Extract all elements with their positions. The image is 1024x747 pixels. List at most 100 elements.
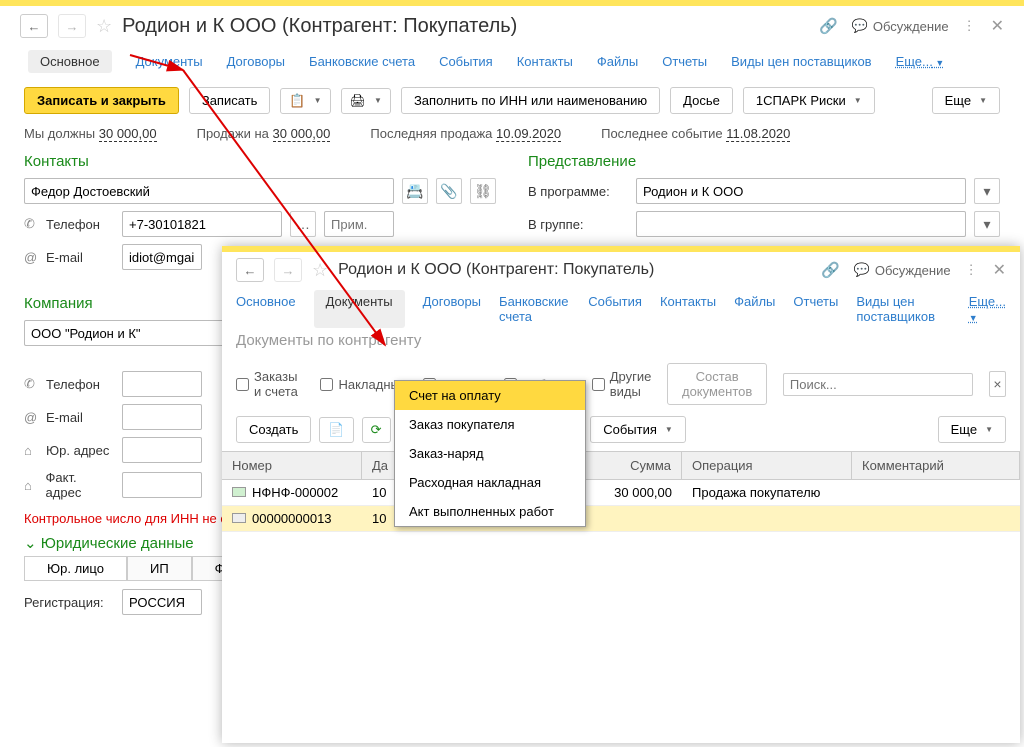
spark-button[interactable]: 1СПАРК Риски: [743, 87, 875, 114]
representation-title: Представление: [528, 153, 1000, 170]
copy-button[interactable]: 📋: [280, 88, 330, 114]
tab-bank[interactable]: Банковские счета: [309, 50, 415, 73]
group-dd[interactable]: ▾: [974, 211, 1000, 237]
discuss-button[interactable]: 💬Обсуждение: [852, 18, 949, 34]
tab-reports[interactable]: Отчеты: [793, 290, 838, 328]
company-email-input[interactable]: [122, 404, 202, 430]
tab-documents[interactable]: Документы: [314, 290, 405, 328]
tab-main[interactable]: Основное: [236, 290, 296, 328]
link-icon[interactable]: 🔗: [819, 17, 838, 35]
tab-more[interactable]: Еще...: [896, 50, 945, 73]
filter-other[interactable]: Другие виды: [592, 369, 652, 399]
tab-contracts[interactable]: Договоры: [423, 290, 481, 328]
more-menu-icon[interactable]: ⋮: [965, 262, 979, 278]
program-dd[interactable]: ▾: [974, 178, 1000, 204]
back-button[interactable]: ←: [20, 14, 48, 38]
email-label: @E-mail: [24, 250, 114, 265]
attach-btn[interactable]: 📎: [436, 178, 462, 204]
email-icon: @: [24, 410, 40, 425]
tab-bank[interactable]: Банковские счета: [499, 290, 570, 328]
toolbar: Записать и закрыть Записать 📋 🖨 Заполнит…: [0, 81, 1024, 120]
sales-link[interactable]: 30 000,00: [273, 126, 331, 142]
email-input[interactable]: [122, 244, 202, 270]
save-close-button[interactable]: Записать и закрыть: [24, 87, 179, 114]
dropdown-item-invoice[interactable]: Счет на оплату: [395, 381, 585, 410]
forward-button[interactable]: →: [274, 258, 302, 282]
discuss-button[interactable]: 💬Обсуждение: [854, 262, 951, 278]
main-tabs: Основное Документы Договоры Банковские с…: [0, 46, 1024, 81]
home-icon: ⌂: [24, 478, 40, 493]
th-number[interactable]: Номер: [222, 452, 362, 479]
in-program-input[interactable]: [636, 178, 966, 204]
summary-last-event: Последнее событие 11.08.2020: [601, 126, 790, 141]
tab-more[interactable]: Еще...: [969, 290, 1006, 328]
last-sale-link[interactable]: 10.09.2020: [496, 126, 561, 142]
tab-files[interactable]: Файлы: [597, 50, 638, 73]
in-group-input[interactable]: [636, 211, 966, 237]
link-icon[interactable]: 🔗: [821, 261, 840, 279]
more-button[interactable]: Еще: [932, 87, 1000, 114]
close-icon[interactable]: ✕: [991, 16, 1004, 36]
favorite-icon[interactable]: ☆: [96, 16, 112, 37]
search-input[interactable]: [783, 373, 973, 396]
legal-tab-jur[interactable]: Юр. лицо: [24, 557, 127, 581]
legal-addr-input[interactable]: [122, 437, 202, 463]
summary: Мы должны 30 000,00 Продажи на 30 000,00…: [0, 120, 1024, 153]
reg-input[interactable]: [122, 589, 202, 615]
fact-addr-input[interactable]: [122, 472, 202, 498]
close-icon[interactable]: ✕: [993, 260, 1006, 280]
more-menu-icon[interactable]: ⋮: [963, 18, 977, 34]
events-button[interactable]: События: [590, 416, 686, 443]
copy-doc-button[interactable]: 📄: [319, 417, 353, 443]
dropdown-item-order[interactable]: Заказ покупателя: [395, 410, 585, 439]
tab-prices[interactable]: Виды цен поставщиков: [731, 50, 871, 73]
fill-inn-button[interactable]: Заполнить по ИНН или наименованию: [401, 87, 660, 114]
tab-events[interactable]: События: [588, 290, 642, 328]
sell-dropdown: Счет на оплату Заказ покупателя Заказ-на…: [394, 380, 586, 527]
filter-orders[interactable]: Заказы и счета: [236, 369, 304, 399]
contact-name-input[interactable]: [24, 178, 394, 204]
clear-search[interactable]: ×: [989, 371, 1006, 397]
summary-owe: Мы должны 30 000,00: [24, 126, 157, 141]
summary-last-sale: Последняя продажа 10.09.2020: [370, 126, 561, 141]
table-row[interactable]: НФНФ-000002 10 30 000,00 Продажа покупат…: [222, 480, 1020, 506]
overlay-window: ← → ☆ Родион и К ООО (Контрагент: Покупа…: [222, 246, 1020, 743]
tab-events[interactable]: События: [439, 50, 493, 73]
dropdown-item-act[interactable]: Акт выполненных работ: [395, 497, 585, 526]
forward-button[interactable]: →: [58, 14, 86, 38]
tab-reports[interactable]: Отчеты: [662, 50, 707, 73]
composition-button[interactable]: Состав документов: [667, 363, 767, 405]
more-button[interactable]: Еще: [938, 416, 1006, 443]
company-phone-input[interactable]: [122, 371, 202, 397]
dropdown-item-expense[interactable]: Расходная накладная: [395, 468, 585, 497]
back-button[interactable]: ←: [236, 258, 264, 282]
unlink-btn[interactable]: ⛓: [470, 178, 496, 204]
contact-assign-btn[interactable]: 📇: [402, 178, 428, 204]
favorite-icon[interactable]: ☆: [312, 260, 328, 281]
tab-documents[interactable]: Документы: [136, 50, 203, 73]
tab-prices[interactable]: Виды цен поставщиков: [856, 290, 950, 328]
dossier-button[interactable]: Досье: [670, 87, 733, 114]
print-button[interactable]: 🖨: [341, 88, 391, 114]
legal-addr-label: ⌂Юр. адрес: [24, 443, 114, 458]
th-comment[interactable]: Комментарий: [852, 452, 1020, 479]
phone-label: ✆Телефон: [24, 216, 114, 232]
tab-files[interactable]: Файлы: [734, 290, 775, 328]
phone-input[interactable]: [122, 211, 282, 237]
phone-note-input[interactable]: [324, 211, 394, 237]
tab-contacts[interactable]: Контакты: [517, 50, 573, 73]
tab-main[interactable]: Основное: [28, 50, 112, 73]
tab-contracts[interactable]: Договоры: [227, 50, 285, 73]
last-event-link[interactable]: 11.08.2020: [726, 126, 790, 142]
owe-link[interactable]: 30 000,00: [99, 126, 157, 142]
phone-more[interactable]: …: [290, 211, 316, 237]
refresh-button[interactable]: ⟳: [362, 417, 391, 443]
w2-header: ← → ☆ Родион и К ООО (Контрагент: Покупа…: [222, 252, 1020, 288]
legal-tab-ip[interactable]: ИП: [127, 557, 192, 581]
th-operation[interactable]: Операция: [682, 452, 852, 479]
table-row[interactable]: 00000000013 10: [222, 506, 1020, 532]
dropdown-item-work-order[interactable]: Заказ-наряд: [395, 439, 585, 468]
tab-contacts[interactable]: Контакты: [660, 290, 716, 328]
save-button[interactable]: Записать: [189, 87, 271, 114]
create-button[interactable]: Создать: [236, 416, 311, 443]
